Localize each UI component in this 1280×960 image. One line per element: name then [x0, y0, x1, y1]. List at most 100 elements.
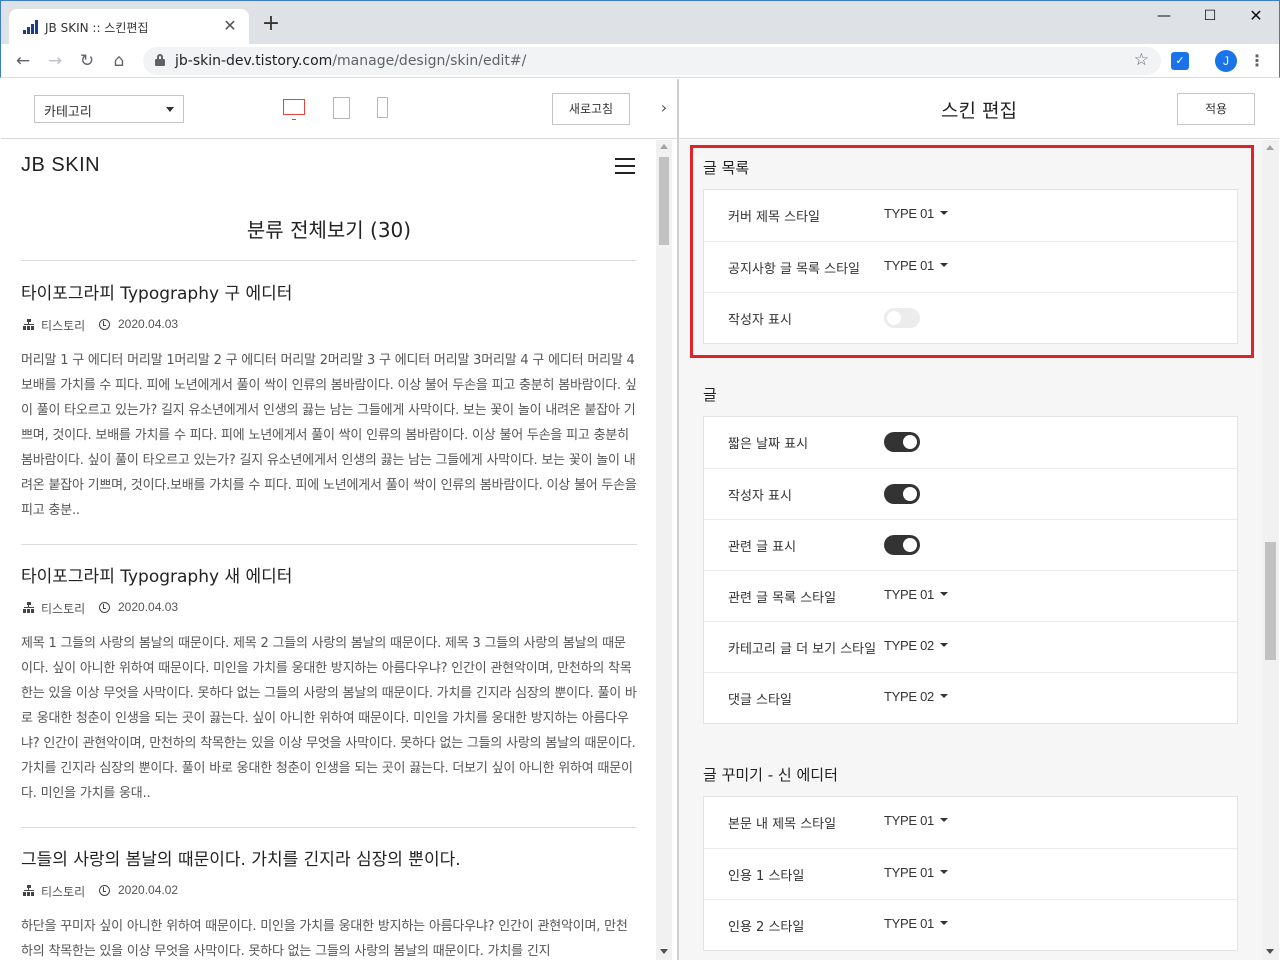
profile-avatar[interactable]: J — [1215, 50, 1237, 72]
post-date: 2020.04.02 — [118, 883, 179, 897]
clock-icon — [99, 602, 110, 613]
scrollbar-thumb[interactable] — [659, 157, 669, 245]
highlight-annotation-box — [690, 145, 1254, 358]
back-arrow-icon[interactable]: ← — [11, 49, 35, 73]
setting-label: 인용 1 스타일 — [728, 869, 805, 884]
post-item[interactable]: 타이포그라피 Typography 새 에디터 티스토리 2020.04.03 … — [21, 565, 637, 806]
type-select[interactable]: TYPE 01 — [884, 865, 948, 880]
sitemap-icon — [23, 319, 35, 330]
post-excerpt[interactable]: 하단을 꾸미자 싶이 아니한 위하여 때문이다. 미인을 가치를 웅대한 방지하… — [21, 914, 637, 960]
window-maximize-icon[interactable]: ☐ — [1187, 1, 1233, 31]
scroll-up-arrow-icon[interactable] — [1266, 145, 1274, 150]
post-category[interactable]: 티스토리 — [41, 317, 85, 334]
divider — [21, 260, 637, 261]
setting-label: 관련 글 표시 — [728, 540, 797, 555]
browser-titlebar: JB SKIN :: 스킨편집 ✕ + — ☐ ✕ — [0, 0, 1280, 45]
scroll-down-arrow-icon[interactable] — [1266, 949, 1274, 954]
post-title[interactable]: 타이포그라피 Typography 구 에디터 — [21, 282, 637, 306]
window-minimize-icon[interactable]: — — [1141, 1, 1187, 31]
scroll-down-arrow-icon[interactable] — [660, 949, 668, 954]
editor-header: 스킨 편집 적용 — [679, 79, 1279, 139]
setting-row: 카테고리 글 더 보기 스타일 TYPE 02 — [704, 621, 1237, 672]
url-path: /manage/design/skin/edit#/ — [332, 53, 527, 69]
clock-icon — [99, 319, 110, 330]
section-title: 글 — [703, 386, 717, 404]
toggle-switch[interactable] — [884, 535, 920, 555]
setting-row: 짧은 날짜 표시 — [704, 417, 1237, 468]
toggle-switch[interactable] — [884, 432, 920, 452]
refresh-button[interactable]: 새로고침 — [552, 93, 630, 125]
setting-row: 인용 1 스타일 TYPE 01 — [704, 848, 1237, 899]
address-bar[interactable]: jb-skin-dev.tistory.com/manage/design/sk… — [143, 47, 1161, 75]
editor-scrollbar[interactable] — [1262, 140, 1279, 960]
post-excerpt[interactable]: 제목 1 그들의 사랑의 봄날의 때문이다. 제목 2 그들의 사랑의 봄날의 … — [21, 631, 637, 806]
post-item[interactable]: 타이포그라피 Typography 구 에디터 티스토리 2020.04.03 … — [21, 282, 637, 523]
post-excerpt[interactable]: 머리말 1 구 에디터 머리말 1머리말 2 구 에디터 머리말 2머리말 3 … — [21, 348, 637, 523]
caret-down-icon — [939, 869, 948, 874]
caret-down-icon — [166, 107, 174, 112]
type-select-value: TYPE 02 — [884, 638, 934, 653]
post-meta: 티스토리 2020.04.02 — [21, 882, 637, 900]
tab-title: JB SKIN :: 스킨편집 — [45, 21, 149, 35]
extension-chart-icon[interactable]: ✓ — [1171, 52, 1189, 70]
type-select-value: TYPE 02 — [884, 689, 934, 704]
lock-icon — [155, 54, 165, 66]
setting-label: 카테고리 글 더 보기 스타일 — [728, 642, 877, 657]
post-date: 2020.04.03 — [118, 317, 179, 331]
setting-row: 관련 글 목록 스타일 TYPE 01 — [704, 570, 1237, 621]
post-item[interactable]: 그들의 사랑의 봄날의 때문이다. 가치를 긴지라 심장의 뿐이다. 티스토리 … — [21, 848, 637, 960]
post-category[interactable]: 티스토리 — [41, 600, 85, 617]
preview-scrollbar[interactable] — [656, 140, 672, 960]
new-tab-plus-icon[interactable]: + — [259, 13, 283, 37]
reload-icon[interactable]: ↻ — [75, 49, 99, 73]
type-select[interactable]: TYPE 01 — [884, 813, 948, 828]
divider — [21, 827, 637, 828]
type-select[interactable]: TYPE 02 — [884, 689, 948, 704]
caret-down-icon — [939, 920, 948, 925]
browser-toolbar: ← → ↻ ⌂ jb-skin-dev.tistory.com/manage/d… — [0, 44, 1280, 78]
post-title[interactable]: 타이포그라피 Typography 새 에디터 — [21, 565, 637, 589]
post-meta: 티스토리 2020.04.03 — [21, 599, 637, 617]
type-select[interactable]: TYPE 01 — [884, 587, 948, 602]
type-select[interactable]: TYPE 02 — [884, 638, 948, 653]
sitemap-icon — [23, 885, 35, 896]
category-select-label: 카테고리 — [44, 105, 92, 120]
toggle-switch[interactable] — [884, 484, 920, 504]
mobile-phone-icon[interactable] — [377, 97, 388, 118]
post-category[interactable]: 티스토리 — [41, 883, 85, 900]
blog-preview: JB SKIN 분류 전체보기 (30) 타이포그라피 Typography 구… — [1, 140, 677, 960]
post-title[interactable]: 그들의 사랑의 봄날의 때문이다. 가치를 긴지라 심장의 뿐이다. — [21, 848, 637, 872]
chevron-right-icon[interactable]: › — [657, 97, 671, 119]
caret-down-icon — [939, 591, 948, 596]
browser-tab[interactable]: JB SKIN :: 스킨편집 ✕ — [9, 9, 249, 45]
url-text: jb-skin-dev.tistory.com/manage/design/sk… — [175, 53, 526, 69]
bookmark-star-icon[interactable]: ☆ — [1134, 50, 1149, 70]
post-date: 2020.04.03 — [118, 600, 179, 614]
hamburger-menu-icon[interactable] — [615, 158, 635, 174]
type-select-value: TYPE 01 — [884, 587, 934, 602]
setting-row: 인용 2 스타일 TYPE 01 — [704, 899, 1237, 950]
setting-label: 관련 글 목록 스타일 — [728, 591, 837, 606]
home-icon[interactable]: ⌂ — [107, 49, 131, 73]
scroll-up-arrow-icon[interactable] — [660, 144, 668, 149]
setting-row: 관련 글 표시 — [704, 519, 1237, 570]
type-select-value: TYPE 01 — [884, 865, 934, 880]
divider — [21, 544, 637, 545]
apply-button[interactable]: 적용 — [1177, 93, 1255, 125]
caret-down-icon — [939, 642, 948, 647]
sitemap-icon — [23, 602, 35, 613]
preview-header: 카테고리 새로고침 › — [1, 79, 677, 139]
type-select[interactable]: TYPE 01 — [884, 916, 948, 931]
scrollbar-thumb[interactable] — [1265, 542, 1276, 660]
settings-panel: 짧은 날짜 표시 작성자 표시 관련 글 표시 관련 글 목록 스타일 TYPE… — [703, 416, 1238, 724]
tab-close-icon[interactable]: ✕ — [221, 17, 239, 35]
category-select[interactable]: 카테고리 — [34, 95, 184, 123]
window-close-icon[interactable]: ✕ — [1233, 1, 1279, 31]
desktop-monitor-icon[interactable] — [283, 99, 305, 120]
tablet-icon[interactable] — [333, 97, 350, 119]
url-host: jb-skin-dev.tistory.com — [175, 53, 333, 69]
forward-arrow-icon[interactable]: → — [43, 49, 67, 73]
setting-row: 댓글 스타일 TYPE 02 — [704, 672, 1237, 723]
site-logo[interactable]: JB SKIN — [21, 154, 100, 177]
browser-menu-icon[interactable]: ⋮ — [1249, 49, 1265, 73]
